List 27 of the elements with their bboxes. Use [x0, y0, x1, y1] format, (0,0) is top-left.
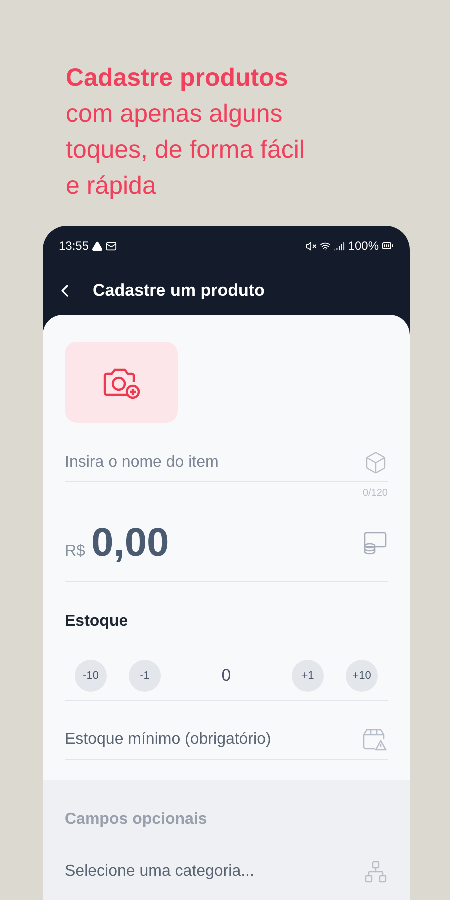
stock-value: 0: [222, 665, 232, 688]
char-counter: 0/120: [362, 487, 388, 501]
headline: Cadastre produtos com apenas alguns toques, de forma fácil e rápida: [66, 63, 306, 202]
item-name-field[interactable]: Insira o nome do item: [65, 451, 315, 475]
signal-icon: [334, 240, 346, 252]
section-label: Campos opcionais: [65, 810, 208, 830]
mute-icon: [306, 240, 318, 252]
stepper-button[interactable]: -10: [75, 660, 107, 692]
add-photo-button[interactable]: [65, 342, 178, 423]
section-label: Estoque: [65, 612, 130, 632]
min-stock-field[interactable]: Estoque mínimo (obrigatório): [65, 728, 335, 752]
status-time: 13:55: [59, 238, 90, 255]
stepper-button[interactable]: +1: [292, 660, 324, 692]
alert-icon: [92, 240, 104, 252]
stepper-button[interactable]: -1: [129, 660, 161, 692]
hierarchy-icon: [364, 860, 388, 884]
currency-label: R$: [65, 542, 86, 562]
price-value[interactable]: 0,00: [91, 513, 170, 573]
box-warning-icon: [362, 727, 388, 753]
stepper-button[interactable]: +10: [346, 660, 378, 692]
battery-percent: 100%: [348, 238, 379, 255]
category-field[interactable]: Selecione uma categoria...: [65, 860, 335, 884]
page-title: Cadastre um produto: [93, 280, 265, 302]
battery-icon: [382, 240, 394, 252]
box-icon: [364, 451, 388, 475]
wifi-icon: [320, 240, 332, 252]
mail-icon: [106, 240, 118, 252]
